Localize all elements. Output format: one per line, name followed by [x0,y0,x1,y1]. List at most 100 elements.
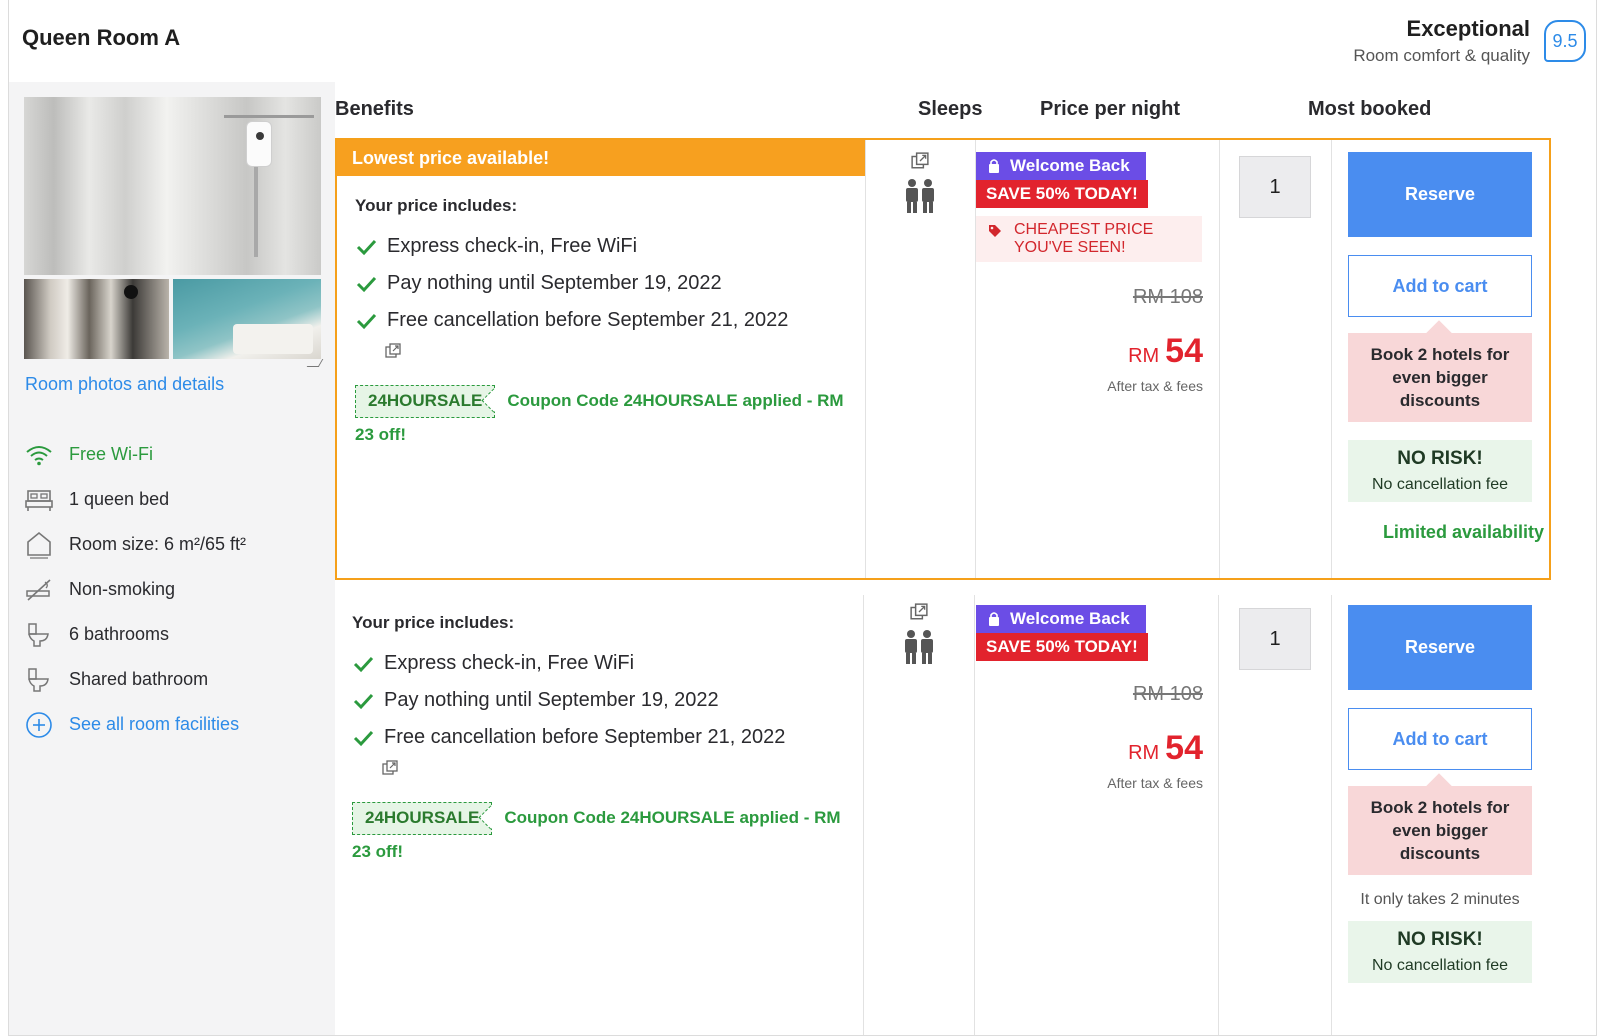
price-includes-title: Your price includes: [355,196,518,215]
room-info-panel: Room photos and details Free Wi-Fi 1 que… [9,82,335,1035]
external-link-icon[interactable] [910,603,928,621]
header-most-booked: Most booked [1308,98,1432,120]
original-price: RM 108 [1132,683,1203,705]
benefit-item: Pay nothing until September 19, 2022 [352,682,852,719]
price-tag-icon [989,225,1001,237]
booking-actions: Reserve Add to cart Book 2 hotels for ev… [1348,605,1532,983]
header-sleeps: Sleeps [918,98,983,120]
header-price: Price per night [1040,98,1181,120]
wifi-icon [23,439,55,471]
room-quantity-select[interactable]: 1 [1239,156,1311,218]
room-photo-main[interactable] [24,97,321,275]
room-rating: Exceptional Room comfort & quality 9.5 [1353,16,1586,66]
add-to-cart-button[interactable]: Add to cart [1348,255,1532,317]
discounted-price: RM 54 [1128,332,1203,370]
room-photo-thumbnail[interactable] [24,279,169,359]
facility-label: 6 bathrooms [69,624,170,644]
facility-item: Free Wi-Fi [23,432,323,477]
rating-label: Exceptional [1406,16,1530,41]
toilet-icon [23,664,55,696]
rating-subtitle: Room comfort & quality [1353,46,1530,65]
coupon-applied: 24HOURSALE Coupon Code 24HOURSALE applied… [352,801,852,869]
toilet-icon [23,619,55,651]
benefits-cell: Your price includes: Express check-in, F… [355,196,855,452]
welcome-back-badge: Welcome Back [976,152,1146,180]
room-title: Queen Room A [22,25,181,50]
offer-row: Your price includes: Express check-in, F… [335,595,1551,1035]
check-icon [353,730,374,746]
header-benefits: Benefits [335,98,414,120]
see-all-facilities-link[interactable]: See all room facilities [23,702,323,747]
booking-time-note: It only takes 2 minutes [1360,891,1520,908]
no-risk-box: NO RISK! No cancellation fee [1348,921,1532,983]
save-today-badge: SAVE 50% TODAY! [976,180,1148,208]
plus-circle-icon [23,709,55,741]
save-today-badge: SAVE 50% TODAY! [976,633,1148,661]
facility-label: 1 queen bed [69,489,170,509]
benefit-item: Free cancellation before September 21, 2… [355,302,855,339]
sleeps-cell [865,152,975,214]
lowest-price-banner: Lowest price available! [337,140,865,176]
benefit-item: Express check-in, Free WiFi [355,228,855,265]
lock-icon [989,159,999,173]
room-quantity-select[interactable]: 1 [1239,608,1311,670]
check-icon [356,276,377,292]
external-link-icon[interactable] [385,343,401,359]
facility-list: Free Wi-Fi 1 queen bed Room size: 6 m²/6… [23,432,323,747]
facility-label: Room size: 6 m²/65 ft² [69,534,247,554]
offer-row: Lowest price available! Your price inclu… [335,138,1551,580]
price-cell: Welcome Back SAVE 50% TODAY! CHEAPEST PR… [976,152,1219,582]
check-icon [353,656,374,672]
welcome-back-badge: Welcome Back [976,605,1146,633]
facility-item: 1 queen bed [23,477,323,522]
price-includes-title: Your price includes: [352,613,515,632]
benefit-item: Express check-in, Free WiFi [352,645,852,682]
no-smoking-icon [23,574,55,606]
lock-icon [989,612,999,626]
facility-label: See all room facilities [69,714,240,734]
original-price: RM 108 [1132,286,1203,308]
check-icon [353,693,374,709]
after-tax-note: After tax & fees [1107,378,1203,394]
no-risk-box: NO RISK! No cancellation fee [1348,440,1532,502]
facility-label: Non-smoking [69,579,176,599]
facility-label: Shared bathroom [69,669,209,689]
resize-handle-icon [306,359,324,367]
coupon-code-tag: 24HOURSALE [355,385,496,418]
two-persons-icon [905,630,933,664]
two-persons-icon [906,179,934,213]
reserve-button[interactable]: Reserve [1348,152,1532,237]
room-card-frame: Queen Room A Exceptional Room comfort & … [8,0,1597,1036]
offers-table-header: Benefits Sleeps Price per night Most boo… [335,82,1596,138]
room-size-icon [23,529,55,561]
discounted-price: RM 54 [1128,729,1203,767]
coupon-applied: 24HOURSALE Coupon Code 24HOURSALE applied… [355,384,855,452]
external-link-icon[interactable] [382,760,398,776]
facility-item: 6 bathrooms [23,612,323,657]
room-photo-thumbnail[interactable] [173,279,321,359]
reserve-button[interactable]: Reserve [1348,605,1532,690]
facility-label: Free Wi-Fi [69,444,153,464]
benefit-item: Free cancellation before September 21, 2… [352,719,852,756]
facility-item: Non-smoking [23,567,323,612]
limited-availability: Limited availability [1382,522,1544,542]
rating-score-badge: 9.5 [1544,20,1586,62]
benefits-cell: Your price includes: Express check-in, F… [352,613,852,869]
sleeps-cell [864,603,974,665]
benefit-item: Pay nothing until September 19, 2022 [355,265,855,302]
add-to-cart-button[interactable]: Add to cart [1348,708,1532,770]
booking-actions: Reserve Add to cart Book 2 hotels for ev… [1348,152,1544,543]
multi-hotel-promo: Book 2 hotels for even bigger discounts [1348,333,1532,422]
after-tax-note: After tax & fees [1107,775,1203,791]
external-link-icon[interactable] [911,152,929,170]
bed-icon [23,484,55,516]
room-photos-link[interactable]: Room photos and details [25,374,224,395]
facility-item: Shared bathroom [23,657,323,702]
price-cell: Welcome Back SAVE 50% TODAY! RM 108 RM 54… [976,605,1219,905]
room-header: Queen Room A Exceptional Room comfort & … [9,0,1596,82]
cheapest-price-notice: CHEAPEST PRICE YOU'VE SEEN! [976,216,1202,262]
check-icon [356,239,377,255]
check-icon [356,313,377,329]
coupon-code-tag: 24HOURSALE [352,802,493,835]
multi-hotel-promo: Book 2 hotels for even bigger discounts [1348,786,1532,875]
